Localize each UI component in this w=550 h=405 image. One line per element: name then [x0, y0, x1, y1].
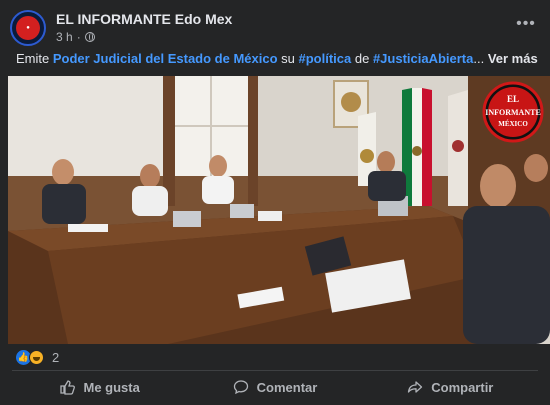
post-meta: 3 h · — [56, 30, 95, 44]
comment-button[interactable]: Comentar — [187, 373, 362, 401]
globe-icon — [84, 32, 95, 42]
ellipsis-icon: ••• — [516, 15, 536, 32]
share-button[interactable]: Compartir — [363, 373, 538, 401]
like-label: Me gusta — [83, 379, 140, 395]
share-icon — [408, 381, 423, 393]
thumbs-up-icon — [60, 380, 76, 395]
page-name-link[interactable]: EL INFORMANTE Edo Mex — [56, 11, 232, 27]
post-actions: Me gusta Comentar Compartir — [12, 373, 538, 401]
haha-icon — [29, 350, 44, 365]
logo-text-bottom: MÉXICO — [498, 120, 528, 128]
text-part-4: ... — [473, 51, 488, 66]
comment-icon — [233, 380, 248, 395]
logo-text-mid: INFORMANTE — [485, 108, 541, 117]
post-time[interactable]: 3 h — [56, 30, 73, 44]
text-part-3: de — [351, 51, 373, 66]
post-header: ● EL INFORMANTE Edo Mex 3 h · ••• — [10, 8, 540, 48]
text-part-1: Emite — [16, 51, 53, 66]
post-photo[interactable]: EL INFORMANTE MÉXICO — [8, 76, 550, 344]
logo-text-top: EL — [507, 94, 519, 104]
mention-link[interactable]: Poder Judicial del Estado de México — [53, 51, 278, 66]
comment-label: Comentar — [256, 379, 318, 395]
post-text: Emite Poder Judicial del Estado de Méxic… — [16, 50, 538, 67]
avatar-logo-icon: ● — [16, 16, 40, 40]
hashtag-politica-link[interactable]: #política — [299, 51, 352, 66]
facebook-post: ● EL INFORMANTE Edo Mex 3 h · ••• Emite … — [0, 0, 550, 405]
reaction-count: 2 — [52, 350, 60, 365]
text-part-2: su — [277, 51, 299, 66]
page-avatar[interactable]: ● — [10, 10, 46, 46]
reactions-summary[interactable]: 👍 2 — [16, 350, 59, 365]
hashtag-justiciaabierta-link[interactable]: #JusticiaAbierta — [373, 51, 473, 66]
meeting-photo-illustration: EL INFORMANTE MÉXICO — [8, 76, 550, 344]
share-label: Compartir — [431, 379, 494, 395]
meta-separator: · — [76, 30, 81, 44]
post-options-button[interactable]: ••• — [512, 14, 540, 38]
actions-divider — [12, 370, 538, 371]
like-button[interactable]: Me gusta — [12, 373, 187, 401]
see-more-link[interactable]: Ver más — [488, 51, 538, 66]
